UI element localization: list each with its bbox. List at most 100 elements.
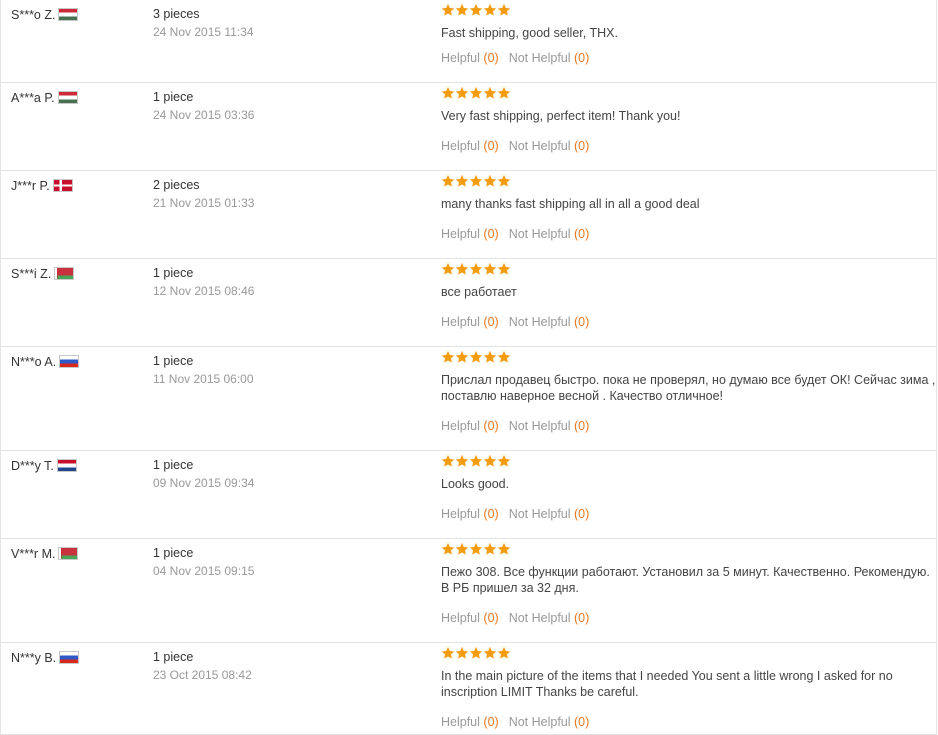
- russia-flag-icon: [59, 651, 80, 664]
- feedback-row: N***o A. 1 piece 11 Nov 2015 06:00 Прислал …: [1, 347, 936, 451]
- feedback-date: 09 Nov 2015 09:34: [153, 476, 255, 490]
- not-helpful-link[interactable]: Not Helpful (0): [509, 611, 590, 625]
- feedback-date: 24 Nov 2015 03:36: [153, 108, 255, 122]
- star-icon: [469, 350, 483, 364]
- review-text: In the main picture of the items that I …: [441, 669, 893, 699]
- not-helpful-label: Not Helpful: [508, 315, 571, 329]
- star-icon: [469, 262, 483, 276]
- review-text: все работает: [441, 285, 517, 299]
- helpful-link[interactable]: Helpful (0): [441, 419, 499, 433]
- vote-links: Helpful (0) Not Helpful (0): [441, 506, 589, 522]
- helpful-count: (0): [483, 419, 499, 433]
- not-helpful-label: Not Helpful: [508, 51, 571, 65]
- vote-links: Helpful (0) Not Helpful (0): [441, 418, 589, 434]
- star-icon: [441, 174, 455, 188]
- star-rating: [441, 86, 511, 102]
- helpful-label: Helpful: [441, 611, 480, 625]
- netherlands-flag-icon: [56, 459, 77, 472]
- helpful-link[interactable]: Helpful (0): [441, 611, 499, 625]
- star-icon: [483, 350, 497, 364]
- not-helpful-label: Not Helpful: [508, 139, 571, 153]
- not-helpful-label: Not Helpful: [508, 715, 571, 729]
- star-rating: [441, 350, 511, 366]
- star-icon: [441, 542, 455, 556]
- buyer-info: D***y T.: [11, 458, 77, 474]
- star-icon: [483, 86, 497, 100]
- vote-links: Helpful (0) Not Helpful (0): [441, 226, 589, 242]
- feedback-date: 12 Nov 2015 08:46: [153, 284, 255, 298]
- star-icon: [497, 174, 511, 188]
- buyer-info: J***r P.: [11, 178, 73, 194]
- helpful-link[interactable]: Helpful (0): [441, 51, 499, 65]
- feedback-list: S***o Z. 3 pieces 24 Nov 2015 11:34 Fast sh…: [0, 0, 937, 735]
- not-helpful-link[interactable]: Not Helpful (0): [509, 715, 590, 729]
- helpful-link[interactable]: Helpful (0): [441, 507, 499, 521]
- star-icon: [455, 542, 469, 556]
- not-helpful-count: (0): [574, 315, 590, 329]
- helpful-label: Helpful: [441, 51, 480, 65]
- vote-links: Helpful (0) Not Helpful (0): [441, 714, 589, 730]
- not-helpful-link[interactable]: Not Helpful (0): [509, 419, 590, 433]
- not-helpful-link[interactable]: Not Helpful (0): [509, 51, 590, 65]
- not-helpful-count: (0): [574, 507, 590, 521]
- star-icon: [469, 542, 483, 556]
- belarus-flag-icon: [54, 267, 75, 280]
- buyer-info: N***y B.: [11, 650, 80, 666]
- not-helpful-link[interactable]: Not Helpful (0): [509, 227, 590, 241]
- buyer-name: D***y T.: [11, 459, 54, 473]
- order-quantity: 2 pieces: [153, 178, 200, 192]
- helpful-link[interactable]: Helpful (0): [441, 139, 499, 153]
- star-icon: [455, 646, 469, 660]
- helpful-link[interactable]: Helpful (0): [441, 227, 499, 241]
- star-icon: [469, 454, 483, 468]
- helpful-count: (0): [483, 715, 499, 729]
- star-icon: [455, 3, 469, 17]
- not-helpful-label: Not Helpful: [508, 611, 571, 625]
- helpful-count: (0): [483, 507, 499, 521]
- feedback-date: 24 Nov 2015 11:34: [153, 25, 254, 39]
- russia-flag-icon: [59, 355, 80, 368]
- review-text: many thanks fast shipping all in all a g…: [441, 197, 700, 211]
- buyer-name: S***o Z.: [11, 8, 56, 22]
- helpful-link[interactable]: Helpful (0): [441, 715, 499, 729]
- vote-links: Helpful (0) Not Helpful (0): [441, 50, 589, 66]
- buyer-info: V***r M.: [11, 546, 79, 562]
- star-icon: [455, 262, 469, 276]
- helpful-label: Helpful: [441, 715, 480, 729]
- order-quantity: 1 piece: [153, 90, 194, 104]
- buyer-name: N***y B.: [11, 651, 57, 665]
- order-quantity: 1 piece: [153, 458, 194, 472]
- not-helpful-count: (0): [574, 611, 590, 625]
- star-icon: [469, 646, 483, 660]
- star-icon: [441, 646, 455, 660]
- star-icon: [497, 3, 511, 17]
- buyer-name: A***a P.: [11, 91, 55, 105]
- helpful-label: Helpful: [441, 419, 480, 433]
- not-helpful-link[interactable]: Not Helpful (0): [509, 139, 590, 153]
- star-icon: [483, 174, 497, 188]
- star-icon: [483, 542, 497, 556]
- not-helpful-label: Not Helpful: [508, 419, 571, 433]
- buyer-info: N***o A.: [11, 354, 80, 370]
- not-helpful-label: Not Helpful: [508, 507, 571, 521]
- star-icon: [441, 262, 455, 276]
- star-icon: [483, 262, 497, 276]
- star-icon: [469, 86, 483, 100]
- buyer-info: S***i Z.: [11, 266, 75, 282]
- not-helpful-link[interactable]: Not Helpful (0): [509, 507, 590, 521]
- order-quantity: 1 piece: [153, 650, 194, 664]
- star-icon: [441, 86, 455, 100]
- not-helpful-link[interactable]: Not Helpful (0): [509, 315, 590, 329]
- buyer-name: V***r M.: [11, 547, 56, 561]
- order-quantity: 1 piece: [153, 266, 194, 280]
- star-icon: [497, 262, 511, 276]
- helpful-link[interactable]: Helpful (0): [441, 315, 499, 329]
- not-helpful-count: (0): [574, 419, 590, 433]
- buyer-info: A***a P.: [11, 90, 78, 106]
- review-text: Прислал продавец быстро. пока не проверя…: [441, 373, 936, 403]
- review-text: Fast shipping, good seller, THX.: [441, 26, 618, 40]
- feedback-row: A***a P. 1 piece 24 Nov 2015 03:36 Very fas…: [1, 83, 936, 171]
- feedback-row: S***i Z. 1 piece 12 Nov 2015 08:46 все рабо…: [1, 259, 936, 347]
- order-quantity: 1 piece: [153, 546, 194, 560]
- helpful-count: (0): [483, 227, 499, 241]
